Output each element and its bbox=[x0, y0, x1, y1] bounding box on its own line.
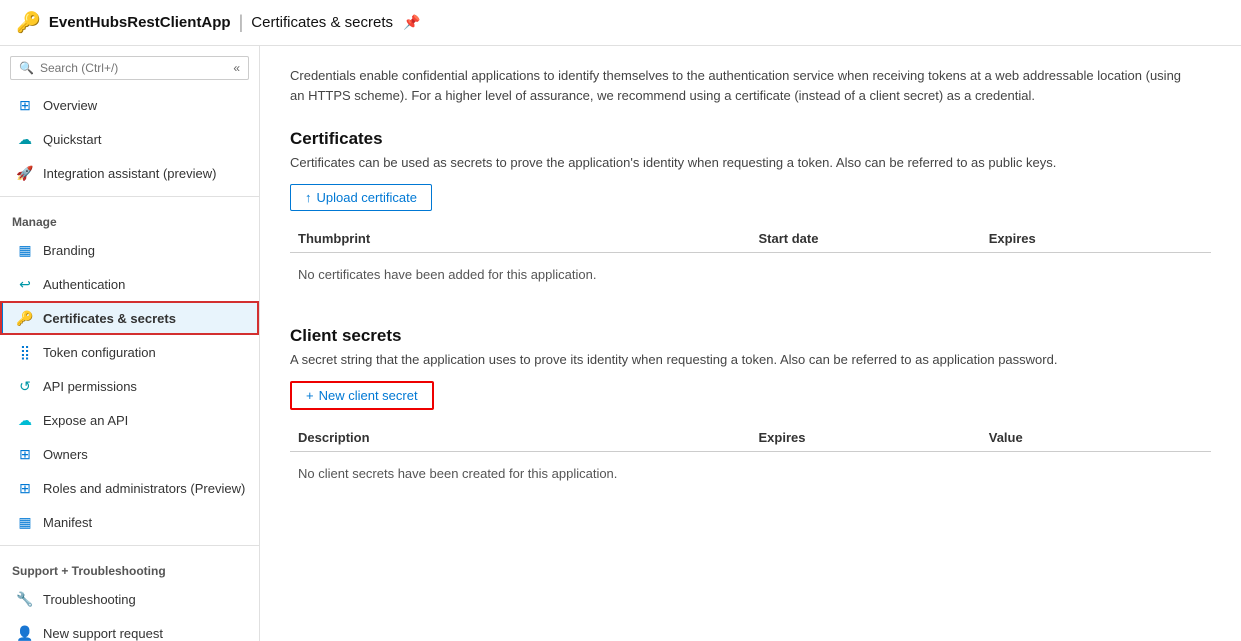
cert-col-expires: Expires bbox=[981, 231, 1211, 246]
client-secrets-section: Client secrets A secret string that the … bbox=[290, 326, 1211, 495]
new-secret-button-label: New client secret bbox=[319, 388, 418, 403]
sidebar-divider-2 bbox=[0, 545, 259, 546]
secrets-table-header: Description Expires Value bbox=[290, 424, 1211, 452]
sidebar-label-api-permissions: API permissions bbox=[43, 379, 137, 394]
certificates-empty-message: No certificates have been added for this… bbox=[290, 253, 1211, 296]
sidebar-item-integration-assistant[interactable]: 🚀 Integration assistant (preview) bbox=[0, 156, 259, 190]
main-layout: 🔍 « ⊞ Overview ☁ Quickstart 🚀 Integratio… bbox=[0, 46, 1241, 641]
quickstart-icon: ☁ bbox=[15, 129, 35, 149]
upload-icon: ↑ bbox=[305, 190, 312, 205]
sidebar-label-quickstart: Quickstart bbox=[43, 132, 102, 147]
client-secrets-title: Client secrets bbox=[290, 326, 1211, 346]
sidebar-label-roles: Roles and administrators (Preview) bbox=[43, 481, 245, 496]
cert-col-thumbprint: Thumbprint bbox=[290, 231, 751, 246]
certificates-table-header: Thumbprint Start date Expires bbox=[290, 225, 1211, 253]
secret-col-expires: Expires bbox=[751, 430, 981, 445]
api-permissions-icon: ↺ bbox=[15, 376, 35, 396]
manifest-icon: ▦ bbox=[15, 512, 35, 532]
expose-api-icon: ☁ bbox=[15, 410, 35, 430]
certificates-title: Certificates bbox=[290, 129, 1211, 149]
new-client-secret-button[interactable]: + New client secret bbox=[290, 381, 434, 410]
support-section-label: Support + Troubleshooting bbox=[0, 552, 259, 582]
sidebar-item-support-request[interactable]: 👤 New support request bbox=[0, 616, 259, 641]
sidebar-label-support-request: New support request bbox=[43, 626, 163, 641]
support-request-icon: 👤 bbox=[15, 623, 35, 641]
sidebar-label-troubleshooting: Troubleshooting bbox=[43, 592, 136, 607]
sidebar-item-branding[interactable]: ▦ Branding bbox=[0, 233, 259, 267]
app-icon: 🔑 bbox=[16, 10, 41, 35]
secret-col-value: Value bbox=[981, 430, 1211, 445]
token-icon: ⣿ bbox=[15, 342, 35, 362]
overview-icon: ⊞ bbox=[15, 95, 35, 115]
owners-icon: ⊞ bbox=[15, 444, 35, 464]
search-box[interactable]: 🔍 « bbox=[10, 56, 249, 80]
certificates-section: Certificates Certificates can be used as… bbox=[290, 129, 1211, 296]
search-input[interactable] bbox=[40, 61, 229, 75]
sidebar-divider-1 bbox=[0, 196, 259, 197]
sidebar-item-manifest[interactable]: ▦ Manifest bbox=[0, 505, 259, 539]
sidebar-item-troubleshooting[interactable]: 🔧 Troubleshooting bbox=[0, 582, 259, 616]
sidebar-item-token-configuration[interactable]: ⣿ Token configuration bbox=[0, 335, 259, 369]
search-icon: 🔍 bbox=[19, 61, 34, 75]
sidebar-item-roles[interactable]: ⊞ Roles and administrators (Preview) bbox=[0, 471, 259, 505]
top-bar: 🔑 EventHubsRestClientApp | Certificates … bbox=[0, 0, 1241, 46]
sidebar-label-certificates: Certificates & secrets bbox=[43, 311, 176, 326]
troubleshooting-icon: 🔧 bbox=[15, 589, 35, 609]
plus-icon: + bbox=[306, 388, 314, 403]
intro-description: Credentials enable confidential applicat… bbox=[290, 66, 1190, 105]
sidebar-label-owners: Owners bbox=[43, 447, 88, 462]
sidebar-label-expose-api: Expose an API bbox=[43, 413, 128, 428]
sidebar-label-manifest: Manifest bbox=[43, 515, 92, 530]
cert-col-startdate: Start date bbox=[751, 231, 981, 246]
separator: | bbox=[239, 12, 244, 33]
sidebar-item-owners[interactable]: ⊞ Owners bbox=[0, 437, 259, 471]
pin-icon[interactable]: 📌 bbox=[403, 14, 420, 31]
roles-icon: ⊞ bbox=[15, 478, 35, 498]
sidebar-item-quickstart[interactable]: ☁ Quickstart bbox=[0, 122, 259, 156]
upload-certificate-button[interactable]: ↑ Upload certificate bbox=[290, 184, 432, 211]
upload-button-label: Upload certificate bbox=[317, 190, 417, 205]
sidebar-label-token: Token configuration bbox=[43, 345, 156, 360]
client-secrets-description: A secret string that the application use… bbox=[290, 352, 1190, 367]
certificates-icon: 🔑 bbox=[15, 308, 35, 328]
sidebar-item-authentication[interactable]: ↩ Authentication bbox=[0, 267, 259, 301]
branding-icon: ▦ bbox=[15, 240, 35, 260]
manage-section-label: Manage bbox=[0, 203, 259, 233]
secret-col-description: Description bbox=[290, 430, 751, 445]
app-name: EventHubsRestClientApp bbox=[49, 14, 231, 31]
sidebar-label-authentication: Authentication bbox=[43, 277, 125, 292]
integration-icon: 🚀 bbox=[15, 163, 35, 183]
sidebar-item-certificates-secrets[interactable]: 🔑 Certificates & secrets bbox=[0, 301, 259, 335]
sidebar-label-integration: Integration assistant (preview) bbox=[43, 166, 216, 181]
secrets-empty-message: No client secrets have been created for … bbox=[290, 452, 1211, 495]
sidebar: 🔍 « ⊞ Overview ☁ Quickstart 🚀 Integratio… bbox=[0, 46, 260, 641]
collapse-icon[interactable]: « bbox=[233, 61, 240, 75]
authentication-icon: ↩ bbox=[15, 274, 35, 294]
certificates-description: Certificates can be used as secrets to p… bbox=[290, 155, 1190, 170]
sidebar-label-branding: Branding bbox=[43, 243, 95, 258]
main-content: Credentials enable confidential applicat… bbox=[260, 46, 1241, 641]
sidebar-item-overview[interactable]: ⊞ Overview bbox=[0, 88, 259, 122]
page-title-header: Certificates & secrets bbox=[251, 14, 393, 31]
sidebar-item-api-permissions[interactable]: ↺ API permissions bbox=[0, 369, 259, 403]
sidebar-item-expose-api[interactable]: ☁ Expose an API bbox=[0, 403, 259, 437]
sidebar-label-overview: Overview bbox=[43, 98, 97, 113]
